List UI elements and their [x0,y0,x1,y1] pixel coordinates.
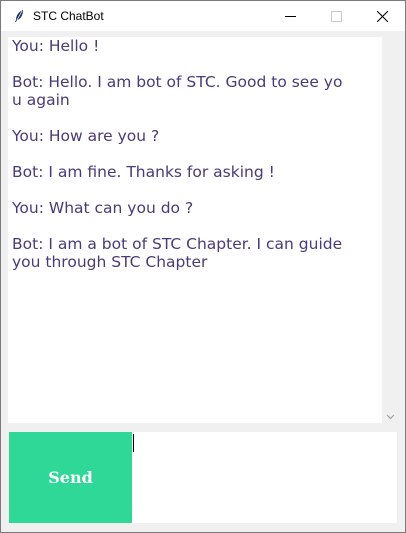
maximize-icon [330,7,342,26]
chevron-down-icon [386,405,395,424]
minimize-button[interactable] [267,1,313,31]
chatbot-window: STC ChatBot You: Hello ! Bot: Hello. I a… [0,0,406,533]
window-controls [267,1,405,31]
chat-message: Bot: I am fine. Thanks for asking ! [12,163,275,181]
maximize-button[interactable] [313,1,359,31]
scroll-down-button[interactable] [382,406,399,423]
feather-icon [11,8,27,24]
text-caret [133,434,134,452]
chat-message: You: What can you do ? [12,199,194,217]
close-button[interactable] [359,1,405,31]
window-title: STC ChatBot [33,9,104,23]
chat-message: Bot: I am a bot of STC Chapter. I can gu… [12,235,343,271]
chat-log[interactable]: You: Hello ! Bot: Hello. I am bot of STC… [8,37,382,423]
chat-scrollbar[interactable] [382,37,399,423]
send-button[interactable]: Send [9,432,132,523]
close-icon [376,7,388,26]
message-input[interactable]: Send [9,432,397,523]
chat-message: You: How are you ? [12,127,160,145]
title-bar[interactable]: STC ChatBot [1,1,405,31]
chat-message: You: Hello ! [12,37,100,55]
chat-message: Bot: Hello. I am bot of STC. Good to see… [12,73,343,109]
minimize-icon [284,7,296,26]
